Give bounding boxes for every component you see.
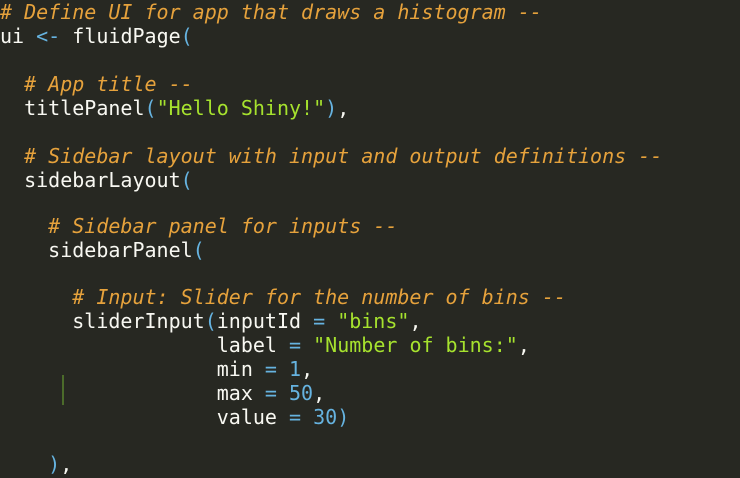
comma: , <box>409 309 422 333</box>
function-name: fluidPage <box>72 24 181 48</box>
equals-operator: = <box>313 309 326 333</box>
variable: ui <box>0 24 25 48</box>
comma: , <box>337 96 350 120</box>
close-paren: ) <box>48 452 61 476</box>
comma: , <box>313 381 326 405</box>
comment: # Sidebar panel for inputs -- <box>48 214 398 238</box>
argument-name: inputId <box>216 309 302 333</box>
equals-operator: = <box>289 333 302 357</box>
code-line-8: sidebarPanel( <box>0 238 205 262</box>
number-literal: 50 <box>289 381 314 405</box>
assign-operator: <- <box>36 24 61 48</box>
code-line-4: titlePanel("Hello Shiny!"), <box>0 96 349 120</box>
code-line-15: ), <box>0 452 72 476</box>
code-line-10: sliderInput(inputId = "bins", <box>0 309 421 333</box>
code-line-11: label = "Number of bins:", <box>0 333 530 357</box>
comma: , <box>517 333 530 357</box>
code-line-2: ui <- fluidPage( <box>0 24 193 48</box>
code-line-5: # Sidebar layout with input and output d… <box>0 144 662 168</box>
function-name: sidebarPanel <box>48 238 193 262</box>
code-line-3: # App title -- <box>0 72 193 96</box>
code-editor[interactable]: # Define UI for app that draws a histogr… <box>0 0 740 478</box>
comma: , <box>60 452 73 476</box>
argument-name: min <box>216 357 253 381</box>
open-paren: ( <box>180 168 193 192</box>
function-name: sidebarLayout <box>24 168 181 192</box>
indent-guide <box>62 375 64 405</box>
close-paren: ) <box>337 405 350 429</box>
close-paren: ) <box>325 96 338 120</box>
open-paren: ( <box>144 96 157 120</box>
code-line-9: # Input: Slider for the number of bins -… <box>0 285 566 309</box>
code-line-7: # Sidebar panel for inputs -- <box>0 214 397 238</box>
equals-operator: = <box>264 381 277 405</box>
string-literal: "Hello Shiny!" <box>156 96 326 120</box>
code-line-14: value = 30) <box>0 405 350 429</box>
open-paren: ( <box>204 309 217 333</box>
equals-operator: = <box>289 405 302 429</box>
number-literal: 30 <box>313 405 338 429</box>
comment: # Define UI for app that draws a histogr… <box>0 0 542 24</box>
open-paren: ( <box>180 24 193 48</box>
code-line-6: sidebarLayout( <box>0 168 193 192</box>
function-name: titlePanel <box>24 96 145 120</box>
equals-operator: = <box>264 357 277 381</box>
comment: # Sidebar layout with input and output d… <box>24 144 663 168</box>
string-literal: "Number of bins:" <box>313 333 518 357</box>
code-line-13: max = 50, <box>0 381 325 405</box>
string-literal: "bins" <box>337 309 410 333</box>
argument-name: max <box>216 381 253 405</box>
open-paren: ( <box>192 238 205 262</box>
number-literal: 1 <box>289 357 302 381</box>
code-line-1: # Define UI for app that draws a histogr… <box>0 0 542 24</box>
comment: # App title -- <box>24 72 193 96</box>
comma: , <box>301 357 314 381</box>
argument-name: label <box>216 333 277 357</box>
function-name: sliderInput <box>72 309 205 333</box>
argument-name: value <box>216 405 277 429</box>
comment: # Input: Slider for the number of bins -… <box>72 285 566 309</box>
code-line-12: min = 1, <box>0 357 313 381</box>
